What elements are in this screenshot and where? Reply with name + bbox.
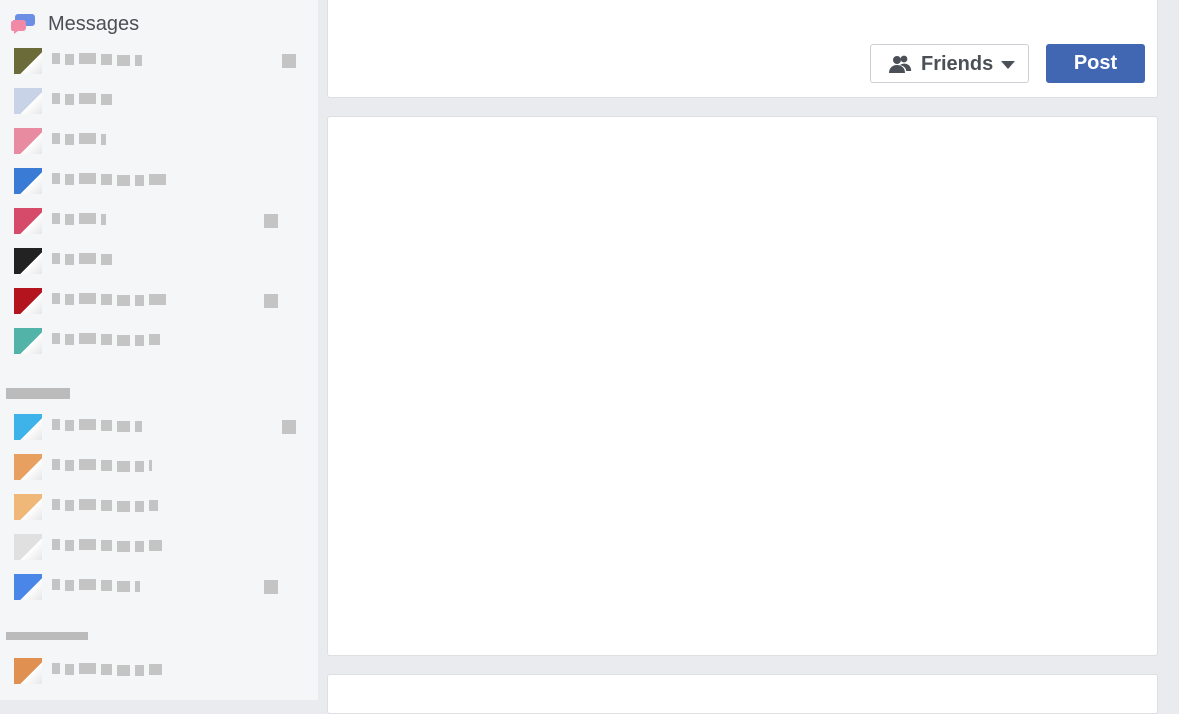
avatar: [14, 534, 42, 560]
conv-item[interactable]: [0, 284, 318, 314]
unread-indicator: [264, 214, 278, 228]
conv-item[interactable]: [0, 324, 318, 354]
more-item[interactable]: [0, 654, 318, 684]
avatar: [14, 288, 42, 314]
conv-item[interactable]: [0, 244, 318, 274]
avatar: [14, 414, 42, 440]
group-item[interactable]: [0, 410, 318, 440]
feed-card: [327, 116, 1158, 656]
conv-item[interactable]: [0, 84, 318, 114]
avatar: [14, 574, 42, 600]
caret-down-icon: [1001, 61, 1015, 69]
avatar: [14, 658, 42, 684]
audience-selector-button[interactable]: Friends: [870, 44, 1029, 83]
post-button[interactable]: Post: [1046, 44, 1145, 83]
avatar: [14, 454, 42, 480]
conv-item[interactable]: [0, 164, 318, 194]
avatar: [14, 248, 42, 274]
unread-indicator: [282, 54, 296, 68]
feed-card-next: [327, 674, 1158, 714]
avatar: [14, 88, 42, 114]
conv-item[interactable]: [0, 204, 318, 234]
group-item[interactable]: [0, 570, 318, 600]
avatar: [14, 128, 42, 154]
messenger-bubbles-icon[interactable]: [10, 10, 40, 36]
post-composer: Friends Post: [327, 0, 1158, 98]
unread-indicator: [282, 420, 296, 434]
friends-icon: [888, 53, 912, 81]
left-sidebar: Messages: [0, 0, 318, 700]
conv-item[interactable]: [0, 124, 318, 154]
group-item[interactable]: [0, 490, 318, 520]
unread-indicator: [264, 294, 278, 308]
avatar: [14, 168, 42, 194]
audience-label: Friends: [921, 53, 994, 75]
avatar: [14, 494, 42, 520]
group-item[interactable]: [0, 450, 318, 480]
group-item[interactable]: [0, 530, 318, 560]
avatar: [14, 208, 42, 234]
avatar: [14, 48, 42, 74]
unread-indicator: [264, 580, 278, 594]
messages-heading[interactable]: Messages: [48, 13, 139, 36]
conv-item[interactable]: [0, 44, 318, 74]
avatar: [14, 328, 42, 354]
